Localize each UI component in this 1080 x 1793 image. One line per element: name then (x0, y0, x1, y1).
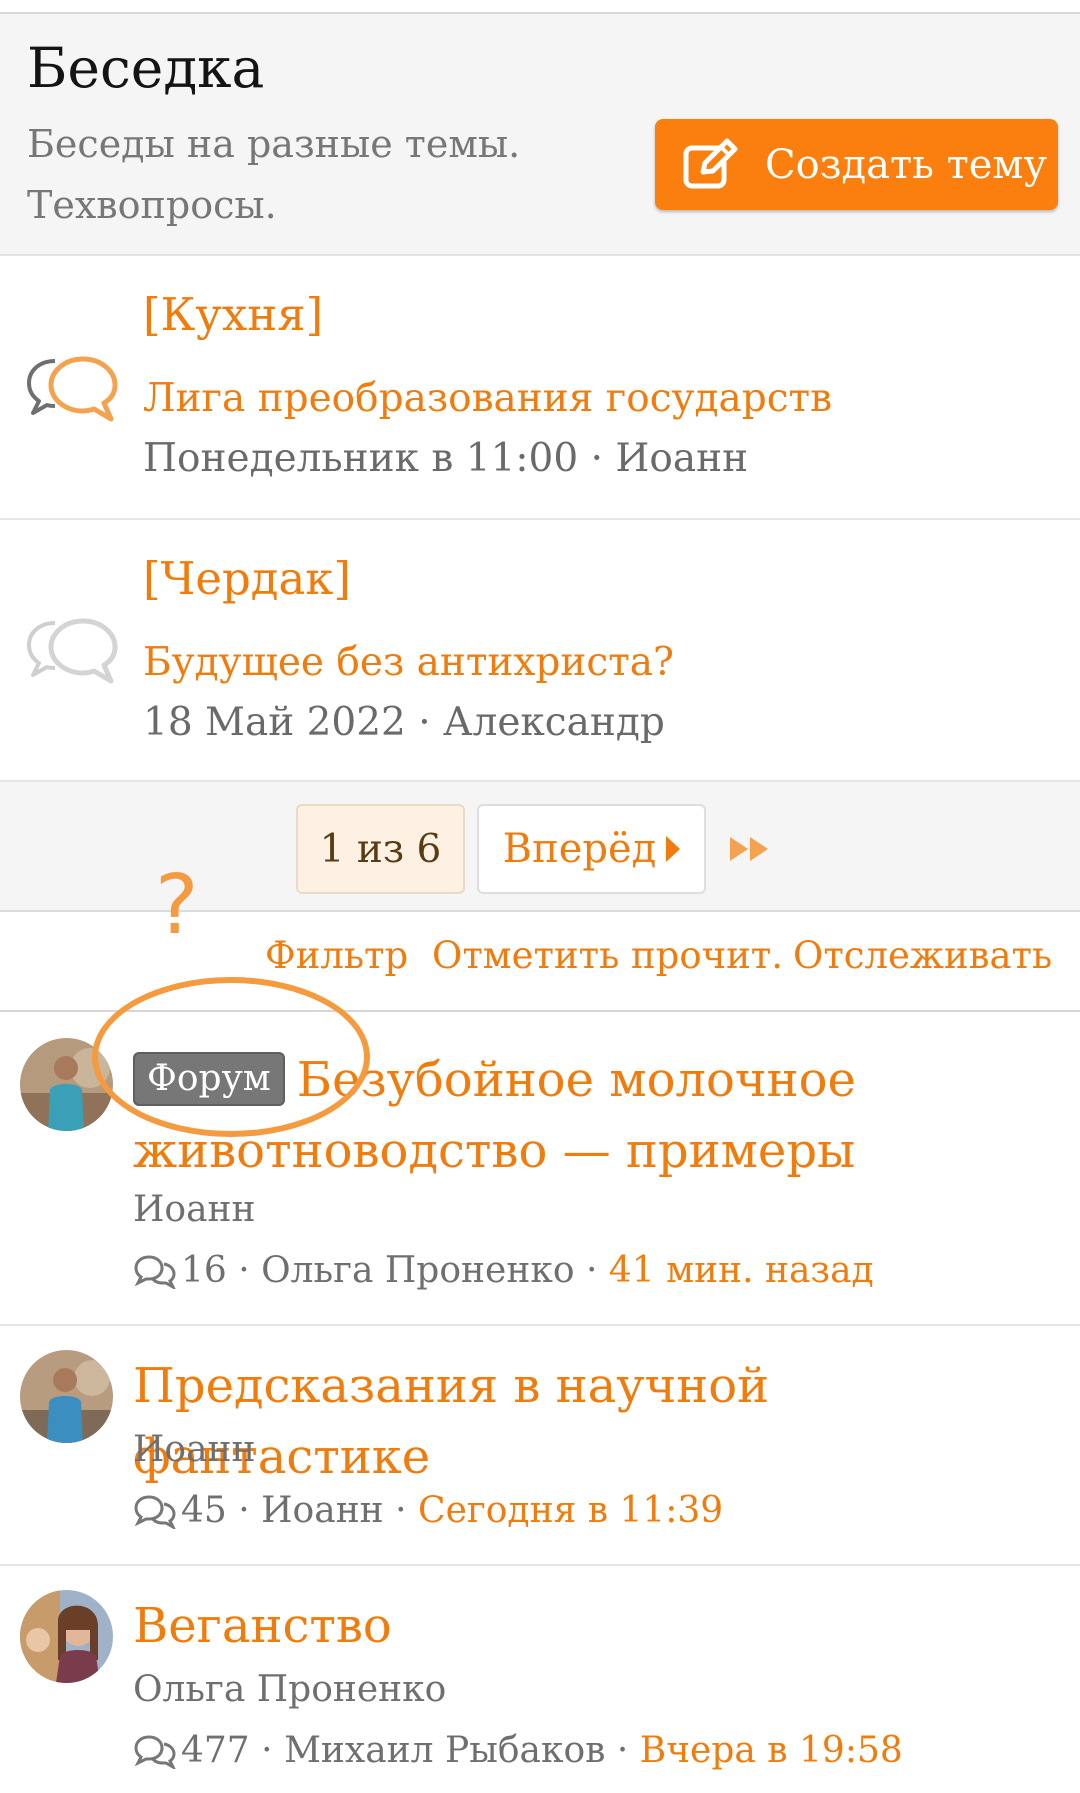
page-title: Беседка (27, 36, 265, 100)
thread-title[interactable]: Будущее без антихриста? (143, 640, 674, 685)
current-page-indicator[interactable]: 1 из 6 (296, 804, 465, 894)
replies-icon (134, 1494, 176, 1529)
create-thread-button[interactable]: Создать тему (655, 119, 1058, 210)
replies-icon (134, 1254, 176, 1289)
forum-header: Беседка Беседы на разные темы. Техвопрос… (0, 14, 1080, 256)
edit-icon (683, 138, 738, 188)
thread-stats: 45 · Иоанн · Сегодня в 11:39 (133, 1490, 723, 1531)
thread-title[interactable]: Предсказания в научной фантастике (133, 1351, 1053, 1493)
thread-author[interactable]: Ольга Проненко (133, 1669, 446, 1710)
last-poster[interactable]: Михаил Рыбаков (284, 1730, 605, 1771)
chat-bubbles-icon (27, 356, 118, 422)
thread-title[interactable]: Веганство (133, 1591, 1053, 1662)
avatar[interactable] (20, 1350, 113, 1443)
mark-read-button[interactable]: Отметить прочит. (432, 934, 783, 977)
last-poster[interactable]: Иоанн (261, 1490, 384, 1531)
chat-bubbles-icon (27, 618, 118, 684)
thread-title[interactable]: Лига преобразования государств (143, 376, 832, 421)
next-page-label: Вперёд (502, 826, 657, 872)
reply-count: 16 (181, 1250, 227, 1291)
sticky-thread[interactable]: [Кухня] Лига преобразования государств П… (0, 258, 1080, 520)
forum-description: Беседы на разные темы. Техвопросы. (27, 122, 521, 227)
filter-button[interactable]: Фильтр (265, 934, 408, 977)
thread-author[interactable]: Иоанн (133, 1189, 256, 1230)
thread-node-label[interactable]: [Кухня] (143, 288, 323, 341)
watch-button[interactable]: Отслеживать (793, 934, 1052, 977)
triangle-right-icon (666, 836, 681, 862)
next-page-button[interactable]: Вперёд (477, 804, 706, 894)
create-thread-label: Создать тему (765, 141, 1048, 188)
thread-row[interactable]: Предсказания в научной фантастике Иоанн … (0, 1326, 1080, 1566)
avatar[interactable] (20, 1590, 113, 1683)
last-post-time[interactable]: Вчера в 19:58 (640, 1730, 903, 1771)
thread-meta: 18 Май 2022 · Александр (143, 700, 665, 745)
annotation-question-mark: ? (155, 858, 199, 953)
replies-icon (134, 1734, 176, 1769)
thread-stats: 477 · Михаил Рыбаков · Вчера в 19:58 (133, 1730, 903, 1771)
thread-author[interactable]: Иоанн (133, 1429, 256, 1470)
double-chevron-right-icon[interactable] (728, 834, 774, 864)
annotation-ellipse (92, 977, 370, 1137)
thread-meta: Понедельник в 11:00 · Иоанн (143, 436, 749, 481)
reply-count: 477 (181, 1730, 250, 1771)
last-poster[interactable]: Ольга Проненко (261, 1250, 574, 1291)
reply-count: 45 (181, 1490, 227, 1531)
last-post-time[interactable]: 41 мин. назад (609, 1250, 874, 1291)
thread-node-label[interactable]: [Чердак] (143, 552, 351, 605)
last-post-time[interactable]: Сегодня в 11:39 (418, 1490, 723, 1531)
sticky-thread[interactable]: [Чердак] Будущее без антихриста? 18 Май … (0, 520, 1080, 782)
thread-stats: 16 · Ольга Проненко · 41 мин. назад (133, 1250, 874, 1291)
thread-row[interactable]: Веганство Ольга Проненко 477 · Михаил Ры… (0, 1566, 1080, 1793)
